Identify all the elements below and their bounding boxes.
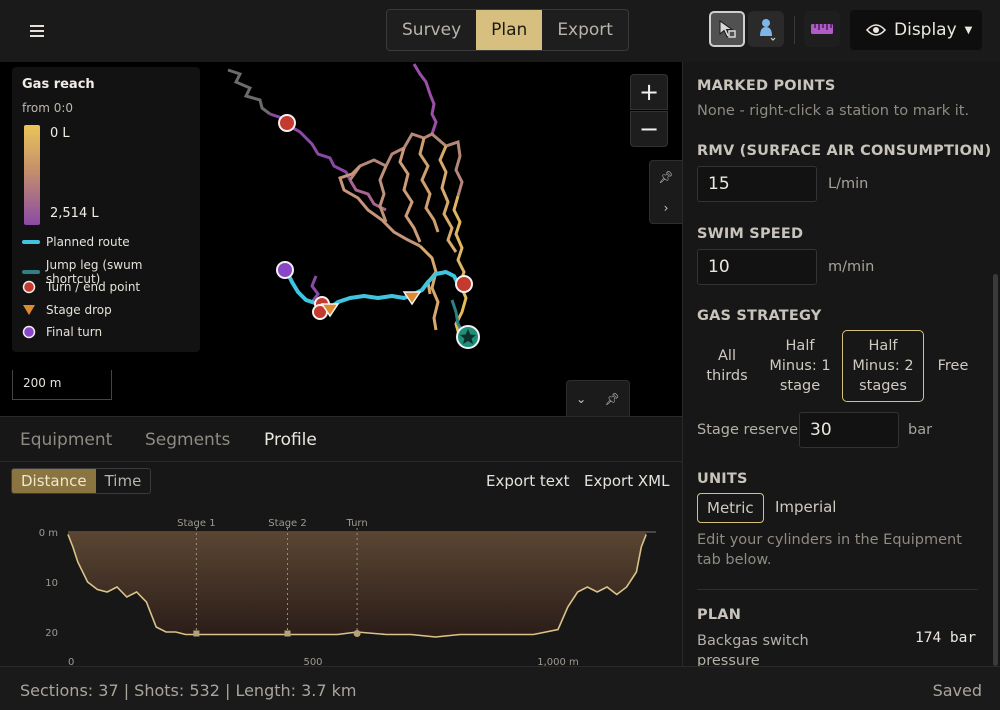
legend-item-turn-point: Turn / end point	[22, 280, 140, 294]
axis-toggle: Distance Time	[11, 468, 152, 494]
status-bar: Sections: 37 | Shots: 532 | Length: 3.7 …	[0, 666, 1000, 710]
stage-reserve-input[interactable]: 30	[799, 412, 899, 448]
map-view[interactable]: Gas reach from 0:0 0 L 2,514 L Planned r…	[0, 62, 682, 416]
gas-option-all-thirds[interactable]: All thirds	[697, 330, 757, 402]
turn-point-circle-icon	[22, 280, 36, 294]
mode-switcher: Survey Plan Export	[386, 9, 629, 51]
y-tick-label: 0 m	[39, 528, 58, 539]
y-tick-label: 10	[45, 578, 58, 589]
tab-equipment[interactable]: Equipment	[20, 430, 112, 450]
legend-from: from 0:0	[22, 101, 74, 115]
final-turn-circle-icon	[22, 325, 36, 339]
bottom-tabs: Equipment Segments Profile	[0, 417, 682, 462]
depth-profile-chart: Stage 1 Stage 2 Turn0 m10200 500 1,000 m	[39, 518, 656, 667]
unit-option-imperial[interactable]: Imperial	[766, 493, 845, 523]
select-tool-button[interactable]	[709, 11, 745, 47]
swim-speed-input[interactable]: 10	[697, 249, 817, 285]
export-text-button[interactable]: Export text	[486, 472, 569, 490]
rmv-unit: L/min	[828, 176, 869, 192]
rmv-input[interactable]: 15	[697, 166, 817, 202]
unit-option-metric[interactable]: Metric	[697, 493, 764, 523]
tab-plan[interactable]: Plan	[476, 10, 543, 50]
legend-min-label: 2,514 L	[50, 206, 99, 221]
stage-drop-triangle-icon	[23, 305, 35, 315]
backgas-switch-value: 174 bar	[915, 630, 977, 646]
rmv-title: RMV (SURFACE AIR CONSUMPTION)	[697, 143, 992, 159]
chevron-down-icon: ▼	[964, 24, 973, 36]
eye-icon	[866, 24, 886, 36]
stage-reserve-label: Stage reserve	[697, 422, 799, 438]
marked-points-title: MARKED POINTS	[697, 78, 836, 94]
diver-color-button[interactable]	[748, 11, 784, 47]
marker-square	[193, 630, 200, 637]
scale-bar: 200 m	[12, 370, 112, 400]
display-label: Display	[894, 20, 957, 40]
tab-export[interactable]: Export	[542, 10, 628, 50]
marker-square	[284, 630, 291, 637]
chevron-right-icon: ›	[663, 200, 669, 215]
legend-item-planned-route: Planned route	[22, 235, 130, 249]
select-cursor-icon	[719, 20, 736, 38]
gas-option-free[interactable]: Free	[931, 330, 975, 402]
marker-label: Stage 2	[268, 518, 306, 529]
marker-label: Stage 1	[177, 518, 215, 529]
zoom-in-button[interactable]: +	[630, 74, 668, 110]
top-bar: Survey Plan Export Display ▼	[0, 0, 1000, 62]
settings-panel: MARKED POINTS None - right-click a stati…	[682, 62, 1000, 666]
planned-route-line-icon	[22, 240, 40, 244]
legend-title: Gas reach	[22, 77, 95, 92]
stage-reserve-unit: bar	[908, 422, 933, 438]
time-option[interactable]: Time	[96, 469, 151, 493]
backgas-switch-label: Backgas switch pressure	[697, 633, 809, 666]
units-title: UNITS	[697, 471, 748, 487]
marked-points-text: None - right-click a station to mark it.	[697, 103, 970, 119]
distance-option[interactable]: Distance	[12, 469, 96, 493]
gas-gradient-bar	[24, 125, 40, 225]
ruler-tool-button[interactable]	[804, 11, 840, 47]
settings-scrollbar[interactable]	[993, 274, 998, 666]
y-tick-label: 20	[45, 628, 58, 639]
legend-item-stage-drop: Stage drop	[22, 303, 112, 317]
swim-speed-unit: m/min	[828, 259, 875, 275]
save-status: Saved	[932, 681, 982, 700]
side-panel-toggle[interactable]: 📌︎ ›	[649, 160, 682, 224]
chevron-down-icon: ⌄	[576, 391, 587, 406]
tab-profile[interactable]: Profile	[264, 430, 317, 450]
gas-reach-legend: Gas reach from 0:0 0 L 2,514 L Planned r…	[12, 67, 200, 352]
bottom-panel-toggle[interactable]: ⌄ 📌︎	[566, 380, 630, 416]
pin-icon: 📌︎	[658, 169, 674, 184]
menu-icon[interactable]	[27, 22, 49, 40]
survey-summary: Sections: 37 | Shots: 532 | Length: 3.7 …	[20, 681, 357, 700]
tab-survey[interactable]: Survey	[387, 10, 476, 50]
legend-max-label: 0 L	[50, 126, 70, 141]
marker-label: Turn	[345, 518, 367, 529]
jump-leg-line-icon	[22, 270, 40, 274]
diver-color-icon	[760, 19, 776, 41]
export-xml-button[interactable]: Export XML	[584, 472, 669, 490]
tab-segments[interactable]: Segments	[145, 430, 230, 450]
units-note: Edit your cylinders in the Equipment tab…	[697, 532, 962, 568]
zoom-out-button[interactable]: −	[630, 111, 668, 147]
section-divider	[697, 589, 978, 590]
marker-dot	[353, 630, 361, 637]
ruler-icon	[811, 24, 833, 34]
legend-item-final-turn: Final turn	[22, 325, 102, 339]
plan-title: PLAN	[697, 607, 742, 623]
swim-speed-title: SWIM SPEED	[697, 226, 804, 242]
toolbar-divider	[794, 16, 795, 44]
pin-icon: 📌︎	[604, 391, 620, 406]
gas-option-half-minus-2[interactable]: Half Minus: 2 stages	[842, 330, 924, 402]
gas-option-half-minus-1[interactable]: Half Minus: 1 stage	[765, 330, 835, 402]
gas-strategy-title: GAS STRATEGY	[697, 308, 822, 324]
bottom-panel: Equipment Segments Profile Distance Time…	[0, 416, 682, 667]
display-button[interactable]: Display ▼	[850, 10, 982, 50]
